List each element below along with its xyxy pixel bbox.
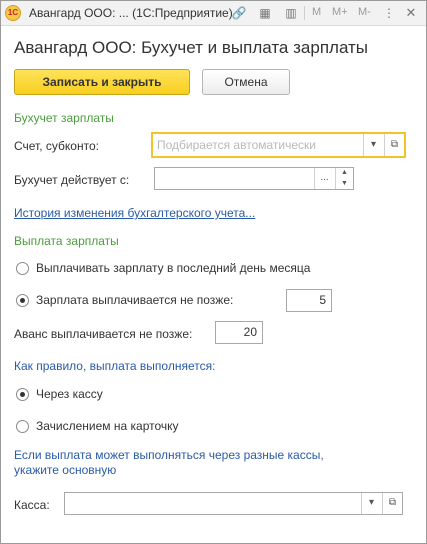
cash-note-line1: Если выплата может выполняться через раз… <box>14 448 324 462</box>
toolbar-separator <box>304 6 305 20</box>
account-label: Счет, субконто: <box>14 139 99 153</box>
memory-plus-button[interactable]: M+ <box>332 6 348 18</box>
dropdown-icon[interactable]: ▾ <box>363 134 383 156</box>
page-title: Авангард ООО: Бухучет и выплата зарплаты <box>14 38 369 57</box>
radio-last-day-label[interactable]: Выплачивать зарплату в последний день ме… <box>36 261 310 275</box>
app-logo-icon[interactable]: 1С <box>5 5 21 21</box>
radio-not-later-label[interactable]: Зарплата выплачивается не позже: <box>36 293 233 307</box>
close-icon[interactable]: ✕ <box>403 5 419 21</box>
calculator-icon[interactable]: ▦ <box>257 5 273 21</box>
radio-last-day[interactable] <box>16 262 29 275</box>
cash-desk-field[interactable]: ▾ ⧉ <box>64 492 403 515</box>
salary-day-input[interactable]: 5 <box>286 289 332 312</box>
payment-method-question: Как правило, выплата выполняется: <box>14 359 216 373</box>
title-bar: 1С Авангард ООО: ... (1С:Предприятие) 🔗 … <box>1 1 426 26</box>
date-spinner[interactable]: ▲ ▼ <box>335 168 353 189</box>
calendar-icon[interactable]: ▥ <box>283 5 299 21</box>
ellipsis-icon[interactable]: ... <box>314 168 334 189</box>
advance-label: Аванс выплачивается не позже: <box>14 327 193 341</box>
radio-cash-label[interactable]: Через кассу <box>36 387 103 401</box>
form-window: 1С Авангард ООО: ... (1С:Предприятие) 🔗 … <box>0 0 427 544</box>
window-title: Авангард ООО: ... (1С:Предприятие) <box>29 6 233 20</box>
radio-cash[interactable] <box>16 388 29 401</box>
spin-down-icon[interactable]: ▼ <box>336 179 353 190</box>
memory-minus-button[interactable]: M- <box>358 6 371 18</box>
account-field[interactable]: Подбирается автоматически ▾ ⧉ <box>151 132 406 158</box>
radio-card-label[interactable]: Зачислением на карточку <box>36 419 179 433</box>
dropdown-icon[interactable]: ▾ <box>361 493 381 514</box>
effective-date-field[interactable]: ... ▲ ▼ <box>154 167 354 190</box>
account-placeholder: Подбирается автоматически <box>157 138 316 152</box>
cash-note-line2: укажите основную <box>14 463 117 477</box>
open-icon[interactable]: ⧉ <box>384 134 404 156</box>
spin-up-icon[interactable]: ▲ <box>336 168 353 179</box>
menu-icon[interactable]: ⋮ <box>381 5 397 21</box>
link-icon[interactable]: 🔗 <box>231 5 247 21</box>
cash-desk-label: Касса: <box>14 498 50 512</box>
radio-card[interactable] <box>16 420 29 433</box>
advance-day-input[interactable]: 20 <box>215 321 263 344</box>
section-payment-header: Выплата зарплаты <box>14 234 119 248</box>
save-and-close-button[interactable]: Записать и закрыть <box>14 69 190 95</box>
cancel-button[interactable]: Отмена <box>202 69 290 95</box>
open-icon[interactable]: ⧉ <box>382 493 402 514</box>
memory-button[interactable]: M <box>312 6 321 18</box>
accounting-history-link[interactable]: История изменения бухгалтерского учета..… <box>14 206 255 220</box>
radio-not-later[interactable] <box>16 294 29 307</box>
effective-date-label: Бухучет действует с: <box>14 173 130 187</box>
section-accounting-header: Бухучет зарплаты <box>14 111 114 125</box>
